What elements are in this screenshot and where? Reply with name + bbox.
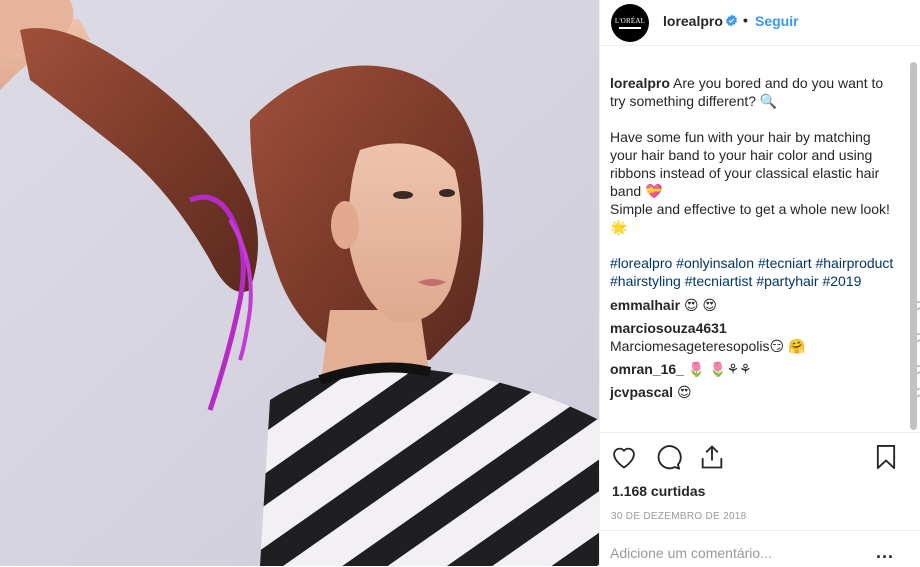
avatar-logo-line	[619, 27, 641, 29]
comment-username[interactable]: omran_16_	[610, 361, 684, 377]
comment-item: marciosouza4631 Marciomesageteresopolis😏…	[610, 319, 920, 360]
hashtag[interactable]: #2019	[822, 273, 861, 289]
post-date: 30 DE DEZEMBRO DE 2018	[611, 511, 747, 522]
comment-text: 😍	[676, 384, 692, 400]
username-link[interactable]: lorealpro	[663, 13, 723, 29]
post-panel: L'ORÉAL lorealpro • Seguir lorealpro Are…	[599, 0, 920, 566]
hashtag[interactable]: #hairstyling	[610, 273, 681, 289]
post-photo[interactable]	[0, 0, 599, 566]
photo-illustration	[0, 0, 599, 566]
hashtag[interactable]: #partyhair	[756, 273, 818, 289]
bookmark-icon[interactable]	[872, 443, 900, 471]
comment-username[interactable]: jcvpascal	[610, 384, 673, 400]
caption-text-3: Simple and effective to get a whole new …	[610, 201, 890, 235]
avatar-logo-text: L'ORÉAL	[614, 17, 646, 25]
comment-bar: ...	[600, 530, 920, 567]
comment-text: 🌷 🌷⚘⚘	[687, 361, 752, 377]
separator-dot: •	[743, 12, 748, 28]
post-header: L'ORÉAL lorealpro • Seguir	[600, 0, 920, 46]
comments-list: lorealpro Are you bored and do you want …	[610, 74, 920, 406]
comment-username[interactable]: emmalhair	[610, 297, 680, 313]
caption: lorealpro Are you bored and do you want …	[610, 74, 900, 290]
hashtag[interactable]: #lorealpro	[610, 255, 672, 271]
hashtag[interactable]: #hairproduct	[815, 255, 893, 271]
comment-item: omran_16_ 🌷 🌷⚘⚘	[610, 360, 920, 383]
hashtag[interactable]: #tecniart	[758, 255, 812, 271]
follow-button[interactable]: Seguir	[755, 13, 799, 29]
post-actions: 1.168 curtidas 30 DE DEZEMBRO DE 2018	[600, 432, 920, 533]
avatar[interactable]: L'ORÉAL	[611, 4, 649, 42]
heart-icon[interactable]	[610, 443, 638, 471]
more-options-icon[interactable]: ...	[876, 543, 894, 561]
comment-input[interactable]	[610, 545, 860, 561]
share-icon[interactable]	[698, 443, 726, 471]
comment-item: emmalhair 😍 😍	[610, 296, 920, 319]
caption-text-2: Have some fun with your hair by matching…	[610, 129, 880, 199]
comment-item: jcvpascal 😍	[610, 383, 920, 406]
scrollbar[interactable]	[910, 62, 917, 430]
likes-count[interactable]: 1.168 curtidas	[612, 483, 705, 499]
verified-icon	[726, 14, 737, 27]
caption-hashtags: #lorealpro #onlyinsalon #tecniart #hairp…	[610, 254, 900, 290]
comment-username[interactable]: marciosouza4631	[610, 319, 900, 337]
hashtag[interactable]: #onlyinsalon	[676, 255, 754, 271]
comment-text: Marciomesageteresopolis😏 🤗	[610, 338, 806, 354]
comment-icon[interactable]	[654, 443, 682, 471]
hashtag[interactable]: #tecniartist	[685, 273, 753, 289]
comment-text: 😍 😍	[683, 297, 718, 313]
caption-username[interactable]: lorealpro	[610, 75, 670, 91]
